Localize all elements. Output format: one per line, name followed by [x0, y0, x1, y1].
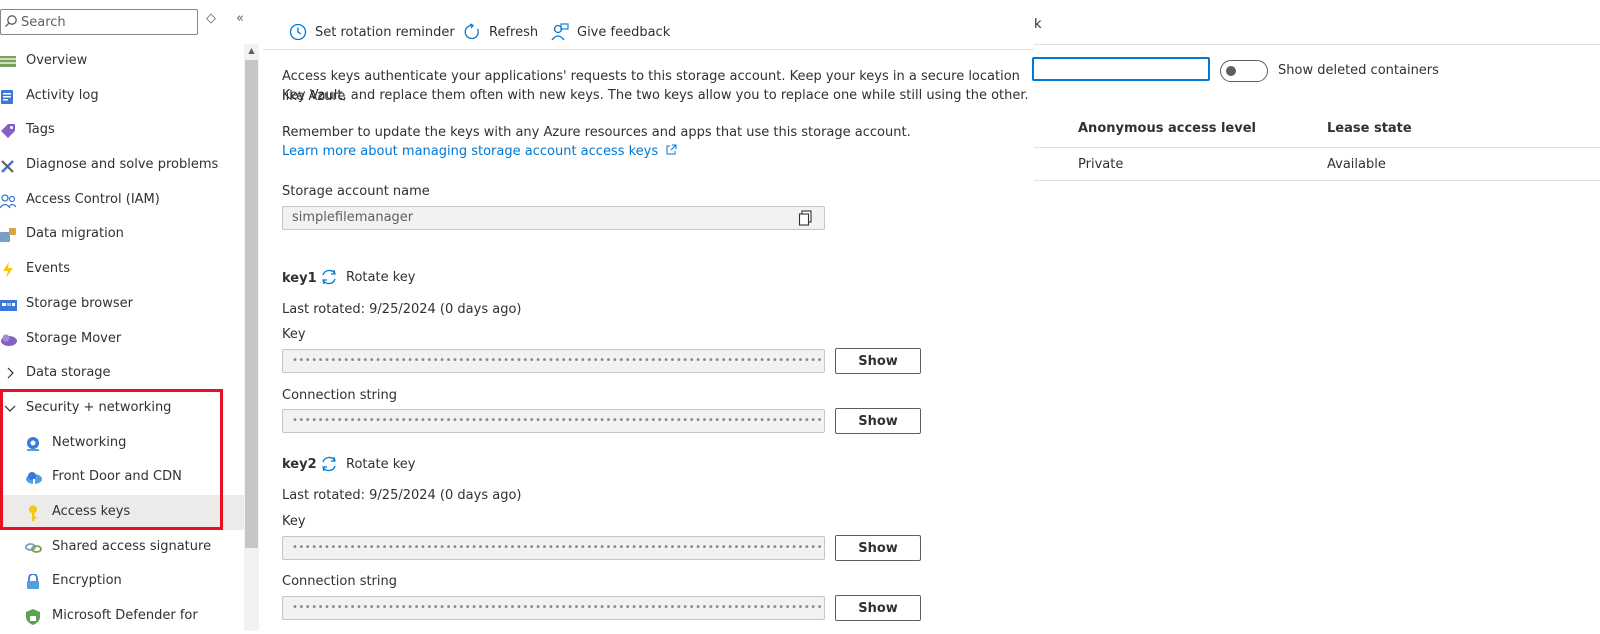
sidebar-item-events[interactable]: Events [0, 252, 248, 287]
menu-search-box[interactable] [0, 9, 198, 35]
migration-icon [0, 227, 18, 243]
resource-menu: Overview Activity log Tags Diagnose and … [0, 44, 248, 634]
divider [1034, 44, 1600, 45]
key2-show-connection-button[interactable]: Show [835, 595, 921, 621]
sidebar-item-overview[interactable]: Overview [0, 44, 248, 79]
key1-show-key-button[interactable]: Show [835, 348, 921, 374]
chevron-right-icon [4, 367, 16, 379]
people-icon [0, 193, 18, 209]
key2-key-field[interactable]: ••••••••••••••••••••••••••••••••••••••••… [282, 536, 825, 560]
rotate-icon [322, 269, 336, 285]
lock-icon [25, 573, 43, 590]
key1-connection-string-label: Connection string [282, 388, 398, 403]
show-deleted-containers-toggle[interactable] [1220, 60, 1268, 82]
activity-log-icon [0, 89, 18, 105]
container-search-input[interactable] [1032, 57, 1210, 81]
column-header-anonymous-access[interactable]: Anonymous access level [1078, 121, 1256, 136]
sidebar-item-shared-access-signature[interactable]: Shared access signature [0, 530, 248, 565]
key2-last-rotated: Last rotated: 9/25/2024 (0 days ago) [282, 488, 522, 503]
divider [1034, 180, 1600, 181]
sidebar-item-security-networking[interactable]: Security + networking [0, 391, 248, 426]
collapse-menu-icon[interactable]: « [236, 11, 244, 26]
table-cell-access-level: Private [1078, 157, 1124, 172]
sidebar-item-tags[interactable]: Tags [0, 113, 248, 148]
sidebar-item-networking[interactable]: Networking [0, 426, 248, 461]
scroll-up-arrow-icon[interactable]: ▲ [244, 44, 259, 58]
link-icon [25, 540, 43, 556]
key1-key-field[interactable]: ••••••••••••••••••••••••••••••••••••••••… [282, 349, 825, 373]
external-link-icon [666, 144, 677, 155]
key1-show-connection-button[interactable]: Show [835, 408, 921, 434]
key1-connection-string-field[interactable]: ••••••••••••••••••••••••••••••••••••••••… [282, 409, 825, 433]
sidebar-scroll-thumb[interactable] [245, 60, 258, 548]
key2-rotate-button[interactable]: Rotate key [320, 455, 415, 473]
sidebar-item-data-migration[interactable]: Data migration [0, 217, 248, 252]
sidebar-item-activity-log[interactable]: Activity log [0, 79, 248, 114]
chevron-down-icon [4, 402, 16, 414]
lightning-icon [0, 262, 18, 279]
feedback-icon [551, 23, 569, 41]
tag-icon [0, 123, 18, 139]
key2-show-key-button[interactable]: Show [835, 535, 921, 561]
show-deleted-containers-label: Show deleted containers [1278, 63, 1439, 78]
rotate-icon [322, 456, 336, 472]
set-rotation-reminder-button[interactable]: Set rotation reminder [289, 20, 455, 44]
copy-icon[interactable] [798, 210, 814, 231]
background-panel-title: k [1034, 17, 1042, 32]
overview-icon [0, 54, 18, 70]
sidebar-item-diagnose[interactable]: Diagnose and solve problems [0, 148, 248, 183]
key2-key-label: Key [282, 514, 306, 529]
key1-key-label: Key [282, 327, 306, 342]
table-cell-lease-state: Available [1327, 157, 1386, 172]
column-header-lease-state[interactable]: Lease state [1327, 121, 1412, 136]
sidebar-item-data-storage[interactable]: Data storage [0, 356, 248, 391]
key1-title: key1 [282, 271, 317, 286]
sidebar-item-encryption[interactable]: Encryption [0, 564, 248, 599]
reminder-text: Remember to update the keys with any Azu… [282, 125, 911, 140]
sidebar-item-storage-browser[interactable]: Storage browser [0, 287, 248, 322]
storage-account-name-label: Storage account name [282, 184, 430, 199]
refresh-icon [464, 23, 479, 40]
search-icon [4, 14, 18, 32]
key2-title: key2 [282, 457, 317, 472]
sidebar-item-storage-mover[interactable]: Storage Mover [0, 322, 248, 357]
key-icon [25, 505, 43, 521]
intro-text-line-2: Key Vault, and replace them often with n… [282, 88, 1029, 103]
cloud-mover-icon [0, 332, 18, 348]
key2-connection-string-field[interactable]: ••••••••••••••••••••••••••••••••••••••••… [282, 596, 825, 620]
command-bar: Set rotation reminder Refresh Give feedb… [263, 0, 1034, 50]
sort-icon[interactable]: ◇ [206, 11, 216, 26]
learn-more-link[interactable]: Learn more about managing storage accoun… [282, 144, 677, 159]
key1-rotate-button[interactable]: Rotate key [320, 268, 415, 286]
toggle-knob [1226, 66, 1236, 76]
sidebar-item-microsoft-defender[interactable]: Microsoft Defender for [0, 599, 248, 634]
shield-icon [25, 609, 43, 625]
key2-connection-string-label: Connection string [282, 574, 398, 589]
key1-last-rotated: Last rotated: 9/25/2024 (0 days ago) [282, 302, 522, 317]
refresh-button[interactable]: Refresh [463, 20, 538, 44]
sidebar-item-access-keys[interactable]: Access keys [0, 494, 248, 530]
sidebar-item-front-door-cdn[interactable]: Front Door and CDN [0, 460, 248, 495]
divider [1034, 147, 1600, 148]
clock-icon [289, 23, 307, 41]
storage-account-name-field[interactable]: simplefilemanager [282, 206, 825, 230]
give-feedback-button[interactable]: Give feedback [551, 20, 670, 44]
resource-menu-sidebar: ◇ « Overview Activity log Tags Diagnose … [0, 0, 262, 631]
storage-browser-icon [0, 297, 18, 313]
wrench-icon [0, 158, 18, 174]
access-keys-blade: Set rotation reminder Refresh Give feedb… [263, 0, 1034, 631]
sidebar-item-access-control[interactable]: Access Control (IAM) [0, 183, 248, 218]
menu-search-input[interactable] [21, 13, 191, 31]
containers-background-panel: k Show deleted containers Anonymous acce… [1032, 0, 1600, 631]
networking-icon [25, 436, 43, 452]
cloud-cdn-icon [25, 470, 43, 486]
